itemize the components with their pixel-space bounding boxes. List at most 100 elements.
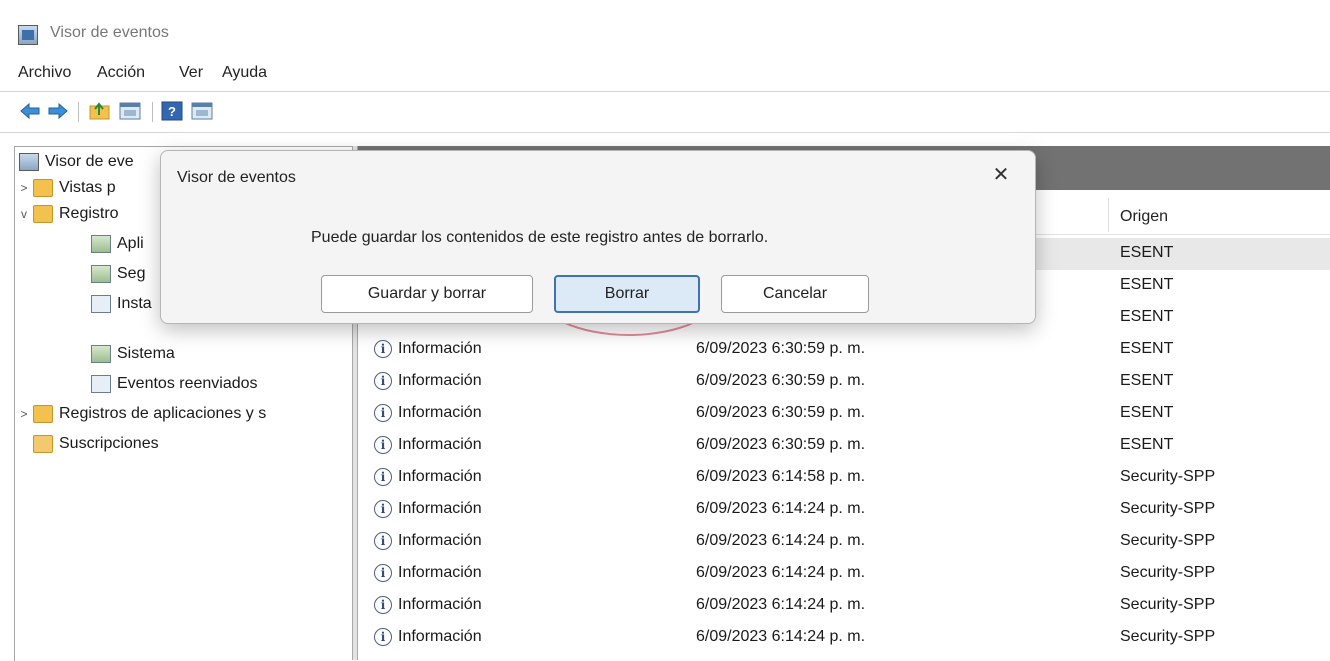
menu-ver[interactable]: Ver <box>179 64 203 82</box>
event-row[interactable]: i Información 6/09/2023 6:14:24 p. m. Secur… <box>358 494 1330 526</box>
subscriptions-icon <box>33 435 53 453</box>
event-date: 6/09/2023 6:14:24 p. m. <box>696 564 866 581</box>
event-origin: ESENT <box>1120 276 1174 293</box>
tree-item-forwarded-events[interactable]: Eventos reenviados <box>91 369 258 399</box>
tree-item-security[interactable]: Seg <box>91 259 145 289</box>
event-date: 6/09/2023 6:30:59 p. m. <box>696 436 866 453</box>
information-icon: i <box>374 436 392 454</box>
tree-item-label: Registro <box>59 205 119 222</box>
information-icon: i <box>374 468 392 486</box>
event-date: 6/09/2023 6:14:24 p. m. <box>696 628 866 645</box>
tree-item-setup[interactable]: Insta <box>91 289 152 319</box>
event-level-label: Información <box>398 340 482 357</box>
tree-item-label: Suscripciones <box>59 435 159 452</box>
event-level-label: Información <box>398 564 482 581</box>
toolbar-divider <box>0 132 1330 133</box>
event-level-label: Información <box>398 532 482 549</box>
event-row[interactable]: i Información 6/09/2023 6:14:24 p. m. Secur… <box>358 558 1330 590</box>
back-arrow-icon[interactable] <box>18 100 42 122</box>
event-row[interactable]: i Información 6/09/2023 6:30:59 p. m. ESENT <box>358 398 1330 430</box>
tree-item-label: Eventos reenviados <box>117 375 258 392</box>
event-origin: ESENT <box>1120 436 1174 453</box>
information-icon: i <box>374 372 392 390</box>
event-origin: Security-SPP <box>1120 468 1216 485</box>
menu-accion[interactable]: Acción <box>97 64 145 82</box>
dialog-title: Visor de eventos <box>177 169 296 186</box>
event-row[interactable]: i Información 6/09/2023 6:14:24 p. m. Secur… <box>358 526 1330 558</box>
event-date: 6/09/2023 6:30:59 p. m. <box>696 340 866 357</box>
toolbar: ? <box>0 92 1330 130</box>
information-icon: i <box>374 340 392 358</box>
event-level: i Información <box>374 404 482 422</box>
tree-item-windows-logs[interactable]: v Registro <box>15 199 119 229</box>
menu-ayuda[interactable]: Ayuda <box>222 64 267 82</box>
event-origin: Security-SPP <box>1120 532 1216 549</box>
log-icon <box>91 265 111 283</box>
chevron-right-icon[interactable]: > <box>15 407 33 421</box>
event-row[interactable]: i Información 6/09/2023 6:30:59 p. m. ESENT <box>358 366 1330 398</box>
event-level: i Información <box>374 372 482 390</box>
tree-item-label: Registros de aplicaciones y s <box>59 405 267 422</box>
properties-pane-icon[interactable] <box>118 100 142 122</box>
information-icon: i <box>374 404 392 422</box>
toolbar-separator <box>152 102 153 122</box>
event-level: i Información <box>374 468 482 486</box>
cancel-button[interactable]: Cancelar <box>721 275 869 313</box>
event-date: 6/09/2023 6:30:59 p. m. <box>696 404 866 421</box>
tree-item-application[interactable]: Apli <box>91 229 144 259</box>
help-icon[interactable]: ? <box>160 100 184 122</box>
event-date: 6/09/2023 6:14:24 p. m. <box>696 500 866 517</box>
folder-up-icon[interactable] <box>88 100 112 122</box>
event-level-label: Información <box>398 500 482 517</box>
event-level-label: Información <box>398 468 482 485</box>
save-and-clear-button[interactable]: Guardar y borrar <box>321 275 533 313</box>
information-icon: i <box>374 628 392 646</box>
clear-button[interactable]: Borrar <box>554 275 700 313</box>
event-origin: Security-SPP <box>1120 564 1216 581</box>
event-level: i Información <box>374 564 482 582</box>
event-origin: ESENT <box>1120 372 1174 389</box>
menu-archivo[interactable]: Archivo <box>18 64 71 82</box>
event-row[interactable]: i Información 6/09/2023 6:14:24 p. m. Secur… <box>358 590 1330 622</box>
information-icon: i <box>374 564 392 582</box>
clear-log-dialog: Visor de eventos ✕ Puede guardar los con… <box>160 150 1036 324</box>
dialog-message: Puede guardar los contenidos de este reg… <box>311 229 769 246</box>
forward-arrow-icon[interactable] <box>46 100 70 122</box>
folder-icon <box>33 405 53 423</box>
tree-item-system[interactable]: Sistema <box>91 339 175 369</box>
event-level-label: Información <box>398 404 482 421</box>
log-icon <box>91 235 111 253</box>
event-level: i Información <box>374 628 482 646</box>
column-header-origin[interactable]: Origen <box>1120 208 1168 226</box>
title-bar: Visor de eventos <box>0 0 1330 58</box>
column-separator[interactable] <box>1108 198 1109 232</box>
svg-text:?: ? <box>168 104 176 119</box>
tree-item-app-services-logs[interactable]: > Registros de aplicaciones y s <box>15 399 266 429</box>
event-row[interactable]: i Información 6/09/2023 6:14:24 p. m. Secur… <box>358 622 1330 654</box>
event-level-label: Información <box>398 628 482 645</box>
chevron-down-icon[interactable]: v <box>15 207 33 221</box>
event-level-label: Información <box>398 436 482 453</box>
event-viewer-icon <box>19 153 39 171</box>
tree-item-label: Sistema <box>117 345 175 362</box>
event-level: i Información <box>374 596 482 614</box>
information-icon: i <box>374 500 392 518</box>
event-row[interactable]: i Información 6/09/2023 6:14:58 p. m. Secur… <box>358 462 1330 494</box>
event-date: 6/09/2023 6:14:24 p. m. <box>696 596 866 613</box>
event-origin: ESENT <box>1120 404 1174 421</box>
event-date: 6/09/2023 6:14:58 p. m. <box>696 468 866 485</box>
show-pane-icon[interactable] <box>190 100 214 122</box>
tree-item-label: Insta <box>117 295 152 312</box>
event-row[interactable]: i Información 6/09/2023 6:30:59 p. m. ESENT <box>358 430 1330 462</box>
chevron-right-icon[interactable]: > <box>15 181 33 195</box>
tree-item-subscriptions[interactable]: Suscripciones <box>33 429 159 459</box>
folder-icon <box>33 205 53 223</box>
tree-item-label: Seg <box>117 265 146 282</box>
event-date: 6/09/2023 6:14:24 p. m. <box>696 532 866 549</box>
event-origin: ESENT <box>1120 244 1174 261</box>
toolbar-separator <box>78 102 79 122</box>
event-level: i Información <box>374 436 482 454</box>
event-viewer-app-icon <box>18 25 38 45</box>
close-icon[interactable]: ✕ <box>987 161 1015 189</box>
event-row[interactable]: i Información 6/09/2023 6:30:59 p. m. ESENT <box>358 334 1330 366</box>
